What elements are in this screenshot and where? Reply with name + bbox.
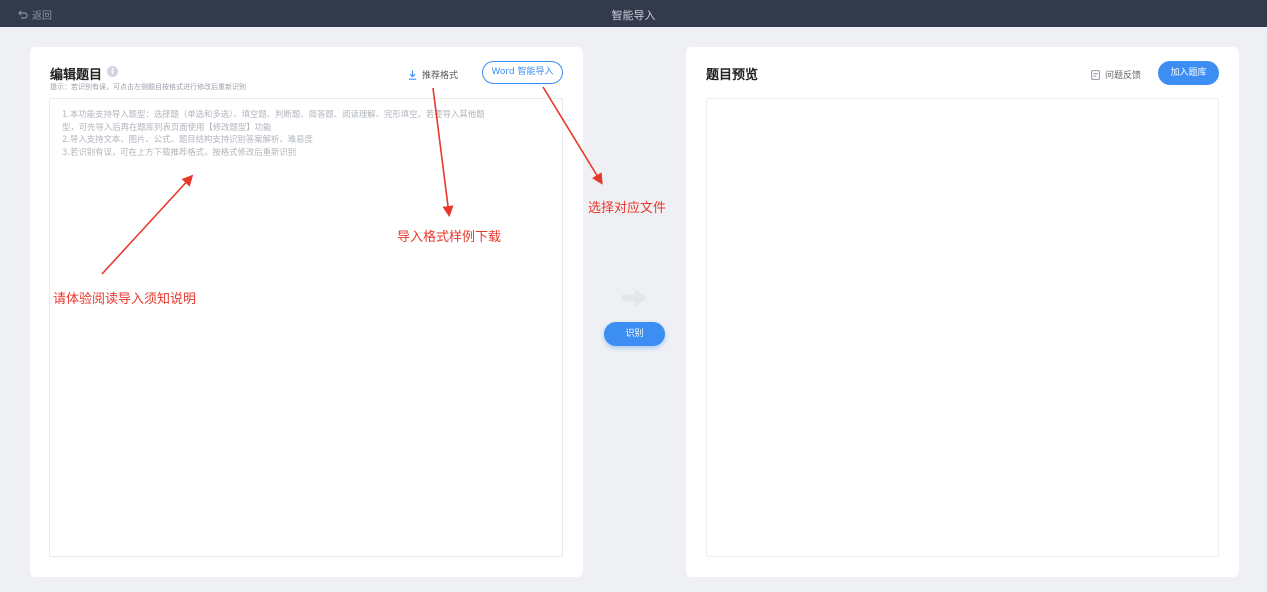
preview-title: 题目预览 bbox=[706, 68, 759, 83]
feedback-button[interactable]: 问题反馈 bbox=[1091, 68, 1141, 81]
instruction-line: 2.导入支持文本、图片、公式。题目结构支持识别答案解析、难易度 bbox=[62, 134, 313, 144]
editor-panel: 编辑题目 i 提示：若识别有误，可点击左侧题目按格式进行修改后重新识别 推荐格式… bbox=[30, 47, 583, 577]
annotation-read-instructions: 请体验阅读导入须知说明 bbox=[53, 292, 197, 307]
feedback-icon bbox=[1091, 69, 1100, 80]
editor-title: 编辑题目 bbox=[50, 68, 103, 83]
preview-area bbox=[706, 98, 1219, 557]
annotation-format-download: 导入格式样例下载 bbox=[397, 230, 502, 245]
word-import-button[interactable]: Word 智能导入 bbox=[482, 61, 563, 84]
top-bar: 返回 智能导入 bbox=[0, 0, 1267, 27]
editor-hint: 提示：若识别有误，可点击左侧题目按格式进行修改后重新识别 bbox=[50, 83, 246, 91]
download-icon bbox=[408, 70, 417, 80]
recommend-format-label: 推荐格式 bbox=[422, 71, 459, 81]
info-icon[interactable]: i bbox=[107, 66, 118, 77]
add-to-bank-button[interactable]: 加入题库 bbox=[1158, 61, 1219, 85]
question-editor[interactable]: 1.本功能支持导入题型：选择题（单选和多选）、填空题、判断题、简答题、阅读理解、… bbox=[49, 98, 563, 557]
annotation-choose-file: 选择对应文件 bbox=[588, 201, 667, 216]
recognize-button[interactable]: 识别 bbox=[604, 322, 665, 346]
instruction-line: 3.若识别有误，可在上方下载推荐格式，按格式修改后重新识别 bbox=[62, 146, 297, 157]
instruction-line: 1.本功能支持导入题型：选择题（单选和多选）、填空题、判断题、简答题、阅读理解、… bbox=[62, 109, 485, 119]
feedback-label: 问题反馈 bbox=[1105, 71, 1142, 81]
right-arrow-icon bbox=[622, 289, 647, 307]
recommend-format-button[interactable]: 推荐格式 bbox=[408, 68, 458, 81]
page-title: 智能导入 bbox=[611, 9, 656, 22]
instruction-line: 型，可先导入后再在题库列表页面使用【修改题型】功能 bbox=[62, 121, 272, 132]
preview-panel: 题目预览 问题反馈 加入题库 bbox=[686, 47, 1239, 577]
